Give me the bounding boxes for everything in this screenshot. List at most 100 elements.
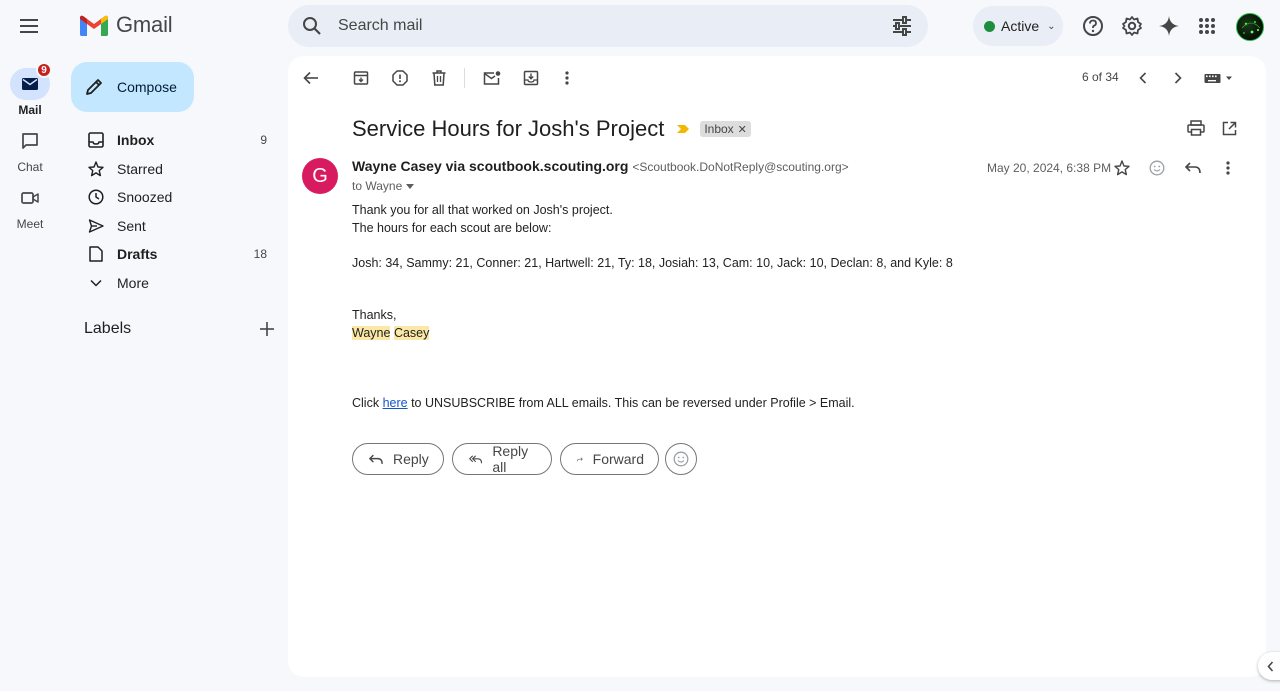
mail-icon	[22, 78, 38, 90]
gmail-logo[interactable]: Gmail	[80, 12, 173, 38]
account-avatar[interactable]	[1236, 13, 1264, 41]
body-line: Josh: 34, Sammy: 21, Conner: 21, Hartwel…	[352, 255, 953, 270]
search-options-icon[interactable]	[890, 14, 914, 38]
chevron-down-icon: ⌄	[1047, 20, 1056, 32]
sender-avatar[interactable]: G	[302, 158, 338, 194]
signature-last: Casey	[393, 325, 430, 340]
emoji-reaction-button[interactable]	[665, 443, 697, 475]
forward-button[interactable]: Forward	[560, 443, 659, 475]
chevron-down-icon	[86, 273, 106, 293]
print-all-button[interactable]	[1184, 116, 1208, 140]
plus-icon[interactable]	[260, 322, 274, 336]
more-vert-icon	[565, 71, 569, 85]
forward-icon	[577, 457, 583, 461]
rail-meet-label: Meet	[16, 217, 44, 231]
delete-button[interactable]	[427, 66, 451, 90]
chat-rail-icon-wrap	[14, 125, 46, 157]
archive-button[interactable]	[349, 66, 373, 90]
keyboard-icon	[1204, 74, 1232, 83]
label-chip-text: Inbox	[704, 122, 734, 136]
message-more-button[interactable]	[1216, 156, 1240, 180]
sidebar-item-label: Inbox	[117, 132, 155, 149]
input-tools-button[interactable]	[1202, 66, 1236, 90]
support-button[interactable]	[1076, 9, 1110, 43]
chat-icon	[22, 133, 38, 149]
pencil-icon	[86, 79, 102, 95]
sender-line: Wayne Casey via scoutbook.scouting.org <…	[352, 158, 849, 174]
status-selector[interactable]: Active ⌄	[973, 6, 1063, 46]
signature: Wayne Casey	[352, 325, 953, 343]
older-button[interactable]	[1166, 66, 1190, 90]
reply-all-button[interactable]: Reply all	[452, 443, 552, 475]
back-button[interactable]	[299, 66, 323, 90]
body-line: Thank you for all that worked on Josh's …	[352, 203, 613, 217]
pagination-text: 6 of 34	[1082, 70, 1119, 84]
reply-icon-button[interactable]	[1181, 156, 1205, 180]
status-label: Active	[1001, 18, 1040, 34]
rail-mail[interactable]: 9 Mail	[0, 62, 60, 117]
side-panel-toggle[interactable]	[1258, 652, 1280, 680]
unsubscribe-suffix: to UNSUBSCRIBE from ALL emails. This can…	[407, 395, 855, 410]
sidebar-item-count: 18	[253, 247, 267, 262]
sidebar-item-snoozed[interactable]: Snoozed	[72, 183, 280, 212]
star-icon	[86, 159, 106, 179]
forward-label: Forward	[592, 451, 644, 467]
newer-button[interactable]	[1131, 66, 1155, 90]
rail-meet[interactable]: Meet	[0, 182, 60, 231]
clock-icon	[86, 187, 106, 207]
move-to-button[interactable]	[519, 66, 543, 90]
caret-down-icon	[406, 183, 415, 189]
report-spam-button[interactable]	[388, 66, 412, 90]
more-options-button[interactable]	[555, 66, 579, 90]
sidebar-item-label: Starred	[117, 160, 163, 177]
rail-chat[interactable]: Chat	[0, 125, 60, 174]
recipient-text: to Wayne	[352, 179, 403, 193]
message-subject-row: Service Hours for Josh's Project Inbox ✕	[352, 116, 751, 142]
mark-unread-button[interactable]	[480, 66, 504, 90]
sidebar-item-more[interactable]: More	[72, 269, 280, 298]
search-icon[interactable]	[300, 14, 324, 38]
label-chip-inbox[interactable]: Inbox ✕	[700, 121, 751, 137]
message-date: May 20, 2024, 6:38 PM	[987, 161, 1112, 175]
sidebar-item-label: More	[117, 274, 149, 291]
signature-first: Wayne	[352, 325, 391, 340]
sidebar-item-drafts[interactable]: Drafts 18	[72, 240, 280, 269]
search-input[interactable]: Search mail	[338, 17, 890, 35]
more-vert-icon	[1226, 161, 1230, 175]
chevron-left-icon	[1139, 72, 1147, 84]
hamburger-icon	[20, 19, 38, 33]
chevron-right-icon	[1174, 72, 1182, 84]
mark-unread-icon	[483, 71, 501, 85]
open-new-window-button[interactable]	[1217, 116, 1241, 140]
unsubscribe-link[interactable]: here	[383, 396, 408, 410]
recipient-line[interactable]: to Wayne	[352, 179, 415, 193]
settings-button[interactable]	[1115, 9, 1149, 43]
sparkle-icon	[1159, 16, 1179, 36]
labels-section-header: Labels	[84, 320, 274, 338]
toolbar-divider	[464, 68, 465, 88]
apps-button[interactable]	[1190, 9, 1224, 43]
emoji-icon	[673, 451, 689, 467]
reply-button[interactable]: Reply	[352, 443, 444, 475]
reply-label: Reply	[393, 451, 429, 467]
star-button[interactable]	[1110, 156, 1134, 180]
top-bar: Gmail Search mail Active ⌄	[0, 0, 1280, 54]
apps-grid-icon	[1199, 18, 1215, 34]
unsubscribe-line: Click here to UNSUBSCRIBE from ALL email…	[352, 395, 953, 413]
move-to-inbox-icon	[523, 70, 539, 86]
sidebar-item-sent[interactable]: Sent	[72, 212, 280, 241]
inbox-icon	[86, 130, 106, 150]
compose-button[interactable]: Compose	[71, 62, 194, 112]
rail-mail-label: Mail	[18, 103, 42, 117]
search-bar[interactable]: Search mail	[288, 5, 928, 47]
remove-label-icon[interactable]: ✕	[738, 123, 747, 136]
sidebar-item-inbox[interactable]: Inbox 9	[72, 126, 280, 155]
sender-name[interactable]: Wayne Casey via scoutbook.scouting.org	[352, 158, 628, 174]
sidebar-item-starred[interactable]: Starred	[72, 155, 280, 184]
alert-octagon-icon	[392, 70, 408, 86]
add-reaction-button[interactable]	[1145, 156, 1169, 180]
main-menu-button[interactable]	[10, 6, 50, 46]
gemini-button[interactable]	[1152, 9, 1186, 43]
reply-icon	[1185, 162, 1201, 174]
importance-marker-icon[interactable]	[676, 122, 690, 136]
